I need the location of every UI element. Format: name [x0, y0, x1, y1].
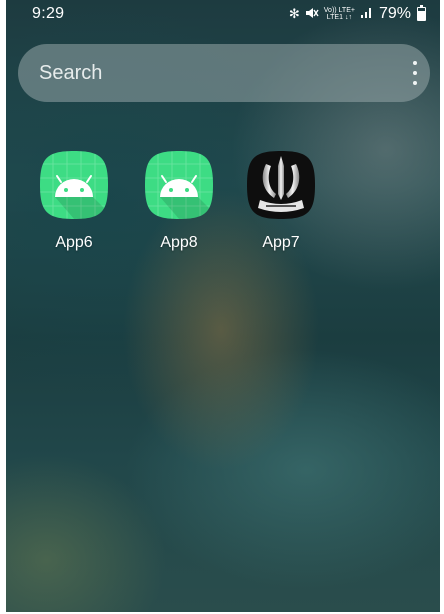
search-bar[interactable]: Search	[18, 44, 430, 102]
app-icon-app6[interactable]: App6	[32, 150, 116, 252]
bluetooth-icon: ✻	[288, 6, 300, 21]
home-screen: 9:29 ✻ Vo)) LTE+ LTE1 ↓↑ 79% Search App6…	[6, 0, 440, 612]
app-label: App7	[262, 234, 300, 251]
network-indicator: Vo)) LTE+ LTE1 ↓↑	[324, 7, 355, 21]
android-icon	[144, 150, 214, 220]
battery-percent: 79%	[378, 5, 411, 22]
status-icons: ✻ Vo)) LTE+ LTE1 ↓↑ 79%	[289, 5, 426, 23]
battery-icon	[417, 5, 426, 21]
app-label: App8	[160, 234, 198, 251]
status-bar: 9:29 ✻ Vo)) LTE+ LTE1 ↓↑ 79%	[6, 0, 440, 26]
emblem-icon	[246, 150, 316, 220]
app-icon-app7[interactable]: App7	[239, 150, 323, 252]
app-icon-app8[interactable]: App8	[137, 150, 221, 252]
status-time: 9:29	[32, 5, 65, 22]
network-top-label: Vo)) LTE+	[323, 7, 355, 14]
search-placeholder: Search	[39, 62, 103, 84]
battery-level	[418, 10, 425, 20]
more-vertical-icon[interactable]	[412, 61, 418, 85]
app-label: App6	[55, 234, 93, 251]
network-bottom-label: LTE1 ↓↑	[326, 14, 352, 21]
signal-icon	[360, 6, 374, 22]
mute-icon	[305, 7, 319, 22]
android-icon	[39, 150, 109, 220]
